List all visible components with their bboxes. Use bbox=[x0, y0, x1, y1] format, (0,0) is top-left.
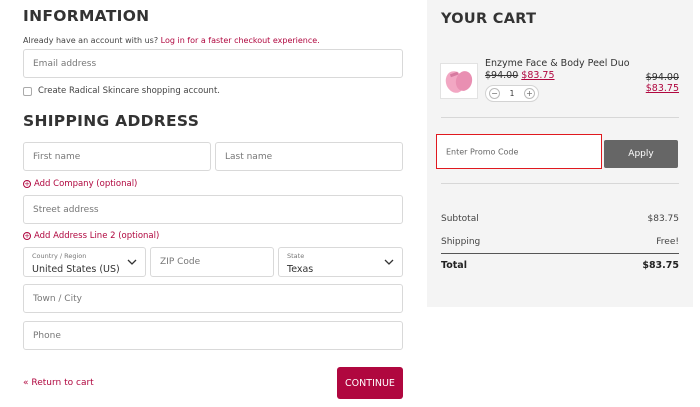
create-account-label: Create Radical Skincare shopping account… bbox=[38, 86, 220, 96]
country-label: Country / Region bbox=[32, 252, 87, 260]
information-heading: INFORMATION bbox=[23, 7, 150, 25]
country-value: United States (US) bbox=[32, 264, 120, 275]
chevron-down-icon bbox=[127, 259, 137, 265]
add-address-line2-link[interactable]: + Add Address Line 2 (optional) bbox=[23, 231, 159, 241]
total-row: Total $83.75 bbox=[441, 260, 679, 271]
phone-placeholder: Phone bbox=[33, 330, 61, 341]
shipping-value: Free! bbox=[656, 237, 679, 247]
zip-placeholder: ZIP Code bbox=[160, 257, 201, 267]
first-name-placeholder: First name bbox=[33, 151, 81, 162]
product-new-price: $83.75 bbox=[521, 70, 555, 81]
account-prompt: Already have an account with us? Log in … bbox=[23, 36, 320, 45]
town-placeholder: Town / City bbox=[33, 293, 82, 304]
product-name: Enzyme Face & Body Peel Duo bbox=[485, 58, 630, 69]
divider bbox=[441, 117, 679, 118]
subtotal-row: Subtotal $83.75 bbox=[441, 214, 679, 224]
apply-button[interactable]: Apply bbox=[604, 140, 678, 168]
line-old-price: $94.00 bbox=[645, 72, 679, 83]
promo-placeholder: Enter Promo Code bbox=[446, 147, 519, 156]
phone-field[interactable]: Phone bbox=[23, 321, 403, 350]
street-address-field[interactable]: Street address bbox=[23, 195, 403, 224]
add-company-link[interactable]: + Add Company (optional) bbox=[23, 179, 137, 189]
plus-circle-icon: + bbox=[23, 179, 31, 188]
shipping-heading: SHIPPING ADDRESS bbox=[23, 112, 200, 130]
subtotal-value: $83.75 bbox=[647, 214, 680, 224]
total-value: $83.75 bbox=[642, 260, 679, 271]
product-price: $94.00 $83.75 bbox=[485, 70, 555, 81]
line-new-price: $83.75 bbox=[645, 83, 679, 94]
promo-code-input[interactable]: Enter Promo Code bbox=[436, 134, 602, 169]
chevron-down-icon bbox=[384, 259, 394, 265]
town-city-field[interactable]: Town / City bbox=[23, 284, 403, 313]
line-total: $94.00 $83.75 bbox=[646, 72, 679, 94]
quantity-increase-button[interactable]: + bbox=[524, 88, 535, 99]
quantity-stepper: − 1 + bbox=[485, 85, 539, 102]
shipping-row: Shipping Free! bbox=[441, 237, 679, 247]
shipping-label: Shipping bbox=[441, 237, 481, 247]
login-link[interactable]: Log in for a faster checkout experience. bbox=[161, 36, 320, 45]
email-placeholder: Email address bbox=[33, 58, 97, 69]
email-field[interactable]: Email address bbox=[23, 49, 403, 78]
create-account-checkbox[interactable] bbox=[23, 86, 32, 96]
street-placeholder: Street address bbox=[33, 204, 99, 215]
last-name-field[interactable]: Last name bbox=[215, 142, 403, 171]
add-line2-label: Add Address Line 2 (optional) bbox=[34, 231, 160, 241]
state-label: State bbox=[287, 252, 305, 260]
create-account-option[interactable]: Create Radical Skincare shopping account… bbox=[23, 86, 220, 96]
subtotal-label: Subtotal bbox=[441, 214, 479, 224]
add-company-label: Add Company (optional) bbox=[34, 179, 138, 189]
quantity-value[interactable]: 1 bbox=[510, 89, 515, 98]
divider bbox=[441, 183, 679, 184]
state-value: Texas bbox=[287, 264, 314, 275]
product-old-price: $94.00 bbox=[485, 70, 519, 81]
cart-panel: YOUR CART Enzyme Face & Body Peel Duo $9… bbox=[427, 0, 693, 307]
last-name-placeholder: Last name bbox=[225, 151, 273, 162]
total-label: Total bbox=[441, 260, 467, 271]
first-name-field[interactable]: First name bbox=[23, 142, 211, 171]
account-text: Already have an account with us? bbox=[23, 36, 159, 45]
cart-heading: YOUR CART bbox=[441, 11, 537, 27]
return-to-cart-link[interactable]: « Return to cart bbox=[23, 378, 94, 388]
zip-code-field[interactable]: ZIP Code bbox=[150, 247, 274, 277]
quantity-decrease-button[interactable]: − bbox=[489, 88, 500, 99]
product-thumbnail bbox=[440, 63, 478, 99]
plus-circle-icon: + bbox=[23, 231, 31, 240]
continue-button[interactable]: CONTINUE bbox=[337, 367, 403, 399]
country-select[interactable]: Country / Region United States (US) bbox=[23, 247, 146, 277]
state-select[interactable]: State Texas bbox=[278, 247, 403, 277]
divider bbox=[441, 253, 679, 254]
